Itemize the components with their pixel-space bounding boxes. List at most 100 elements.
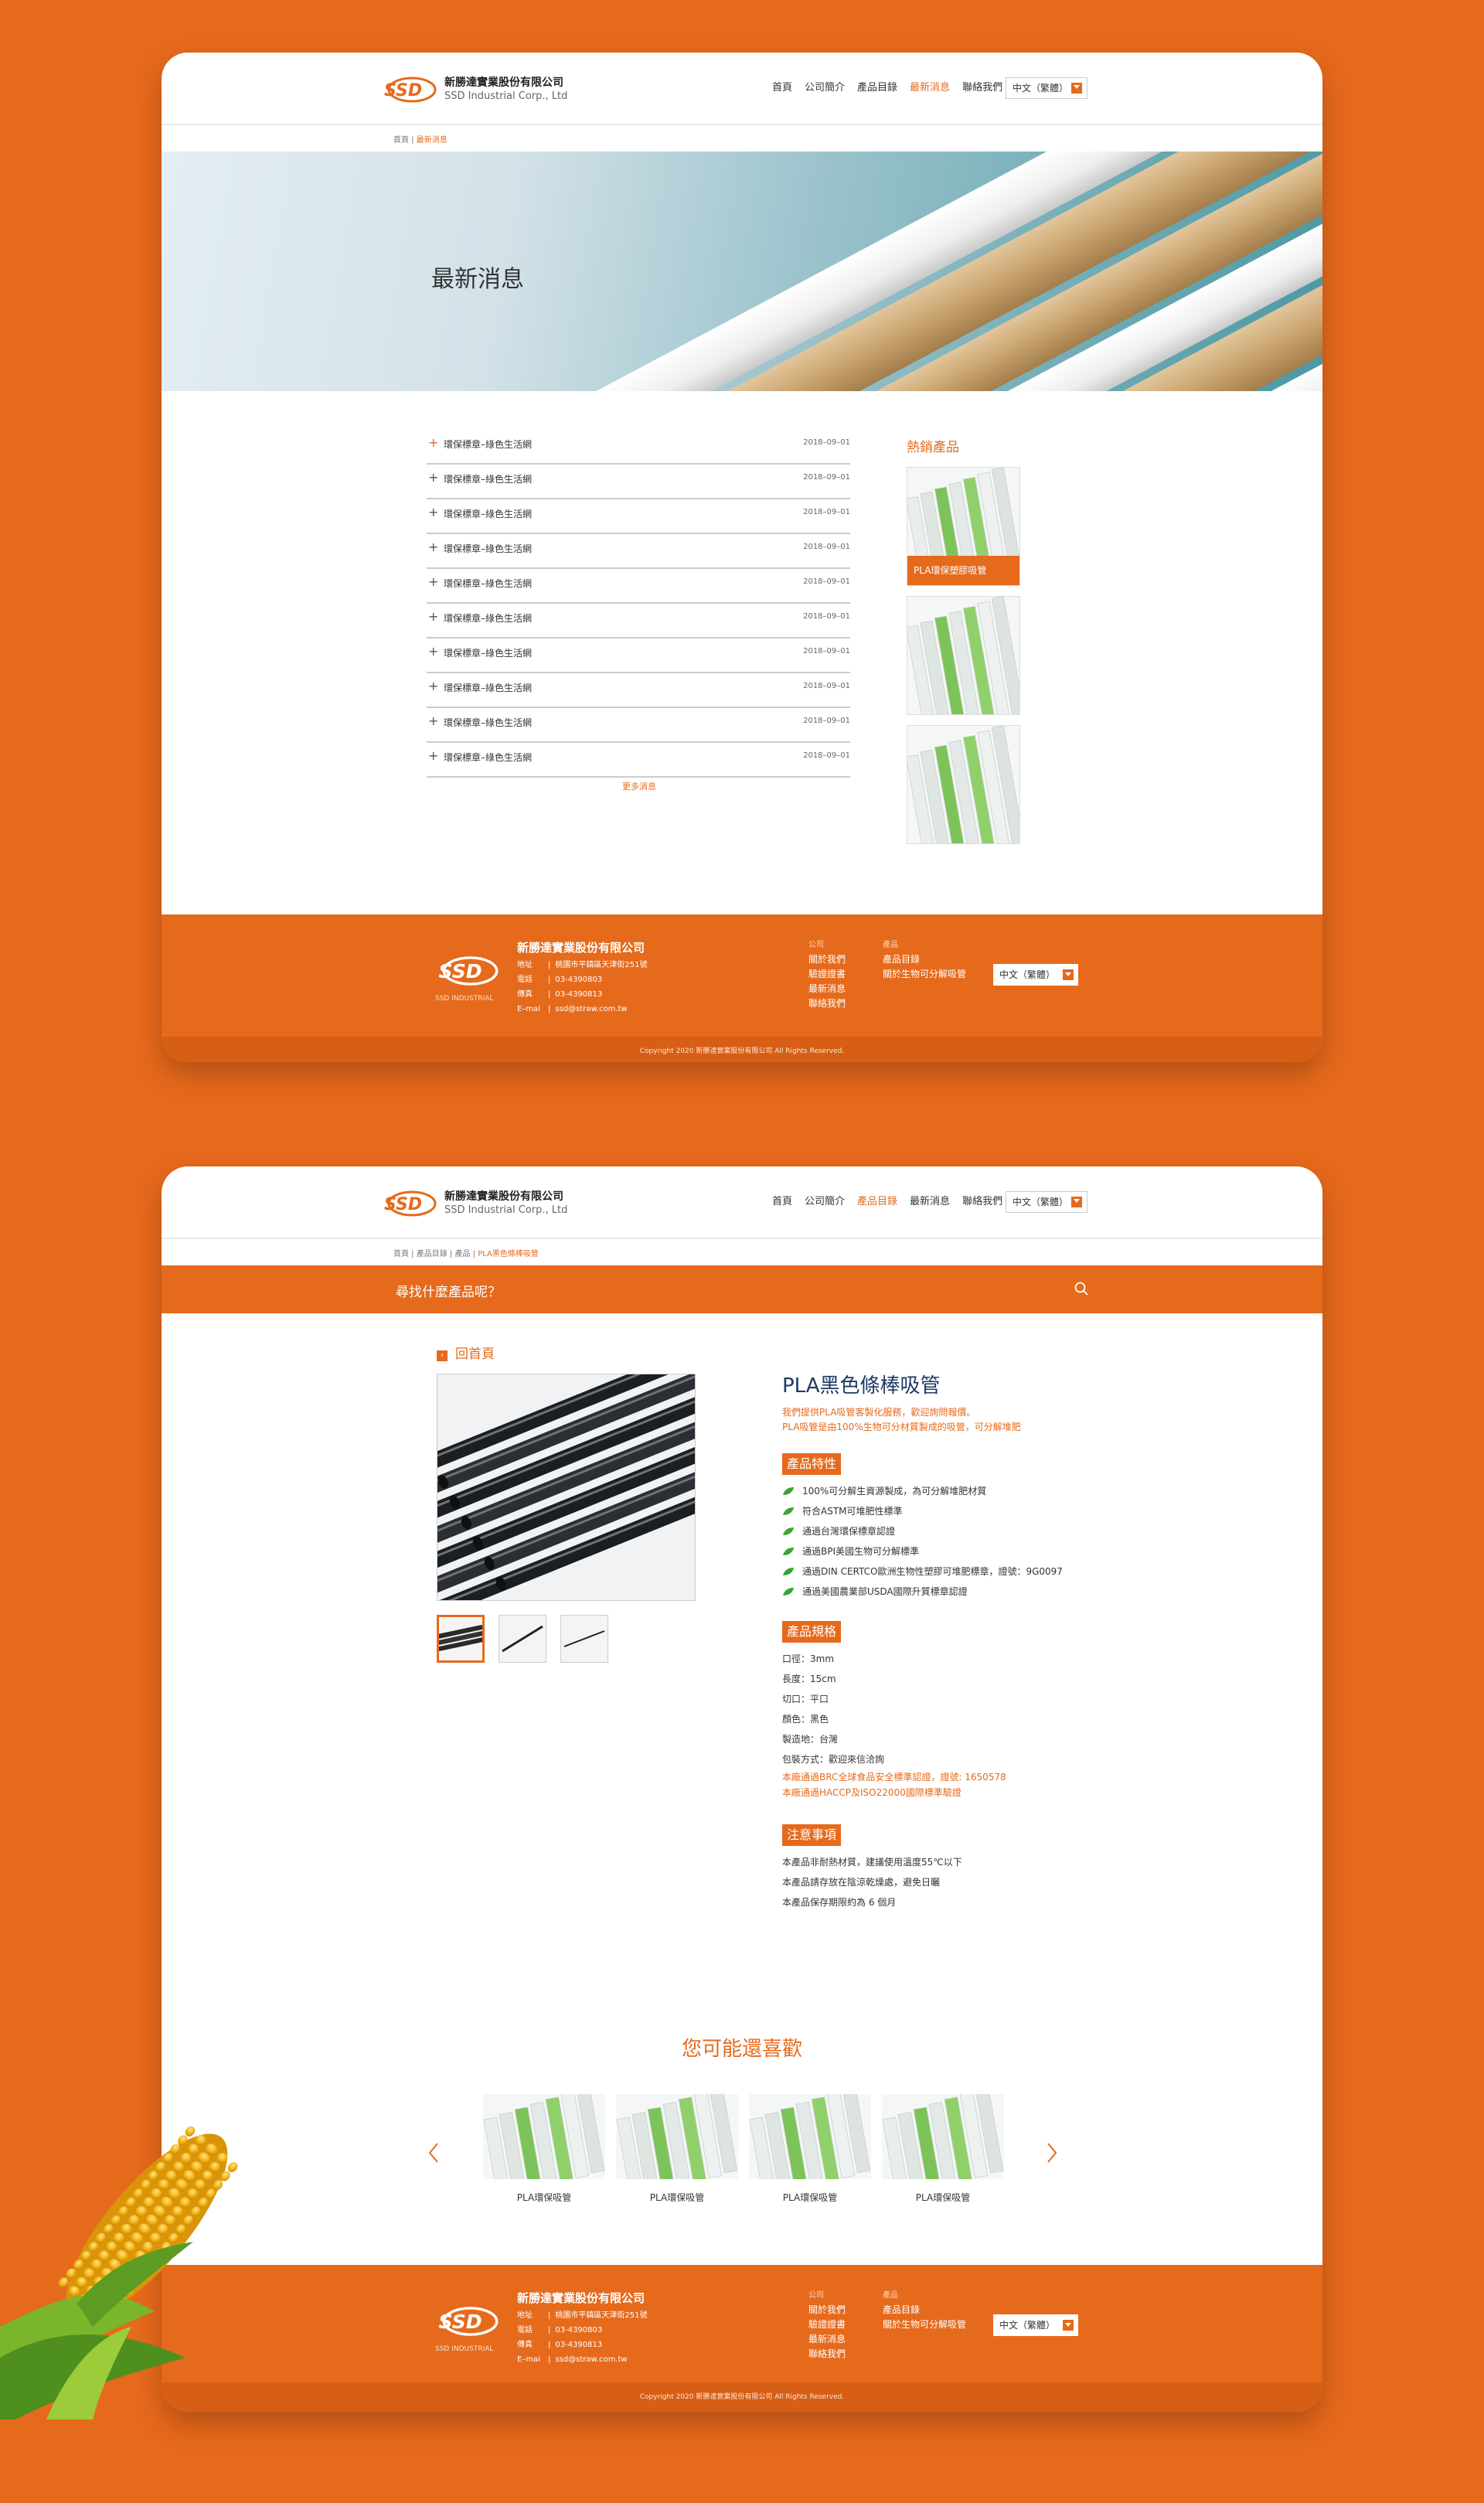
straws-image xyxy=(907,597,1019,714)
chevron-right-icon[interactable] xyxy=(1044,2140,1060,2165)
nav-about[interactable]: 公司簡介 xyxy=(805,80,845,96)
spec-item: 製造地：台灣 xyxy=(782,1734,839,1745)
footer-link-news[interactable]: 最新消息 xyxy=(808,982,846,996)
footer-product-links: 產品 產品目錄 關於生物可分解吸管 xyxy=(883,938,966,982)
back-home-link[interactable]: ‹ 回首頁 xyxy=(437,1343,495,1362)
news-row[interactable]: + 環保標章–綠色生活網 2018–09–01 xyxy=(427,499,850,534)
footer-link-news[interactable]: 最新消息 xyxy=(808,2332,846,2347)
footer-link-about[interactable]: 關於我們 xyxy=(808,2303,846,2317)
notes-list: 本產品非耐熱材質，建議使用溫度55℃以下 本產品請存放在陰涼乾燥處，避免日曬 本… xyxy=(782,1852,962,1912)
ssd-logo-icon: SSD xyxy=(439,956,499,986)
news-row[interactable]: + 環保標章–綠色生活網 2018–09–01 xyxy=(427,534,850,569)
related-product-label[interactable]: PLA環保吸管 xyxy=(483,2191,605,2204)
news-title: 環保標章–綠色生活網 xyxy=(444,648,533,659)
search-input[interactable]: 尋找什麼產品呢？ xyxy=(396,1281,501,1300)
news-row[interactable]: + 環保標章–綠色生活網 2018–09–01 xyxy=(427,569,850,604)
feature-item: 符合ASTM可堆肥性標準 xyxy=(782,1501,1063,1521)
nav-contact[interactable]: 聯絡我們 xyxy=(962,80,1002,96)
certification-note: 本廠通過HACCP及ISO22000國際標準驗證 xyxy=(782,1787,962,1798)
footer-contact-info: 地址 | 桃園市平鎮區天津街251號 電話 | 03-4390803 傳真 | 03-439… xyxy=(517,958,647,1017)
nav-home[interactable]: 首頁 xyxy=(772,80,792,96)
news-row[interactable]: + 環保標章–綠色生活網 2018–09–01 xyxy=(427,743,850,778)
note-item: 本產品非耐熱材質，建議使用溫度55℃以下 xyxy=(782,1857,962,1868)
breadcrumb-products[interactable]: 產品 xyxy=(454,1250,470,1258)
related-product-label[interactable]: PLA環保吸管 xyxy=(749,2191,871,2204)
black-straws-thumbnail xyxy=(439,1617,482,1660)
breadcrumb-catalog[interactable]: 產品目錄 xyxy=(417,1250,448,1258)
related-product-card[interactable] xyxy=(749,2094,871,2179)
related-product-card[interactable] xyxy=(483,2094,605,2179)
footer-link-about[interactable]: 關於我們 xyxy=(808,952,846,967)
news-date: 2018–09–01 xyxy=(803,543,850,551)
feature-text: 100%可分解生資源製成，為可分解堆肥材質 xyxy=(802,1486,987,1497)
nav-contact[interactable]: 聯絡我們 xyxy=(962,1194,1002,1210)
footer-logo[interactable]: SSD SSD INDUSTRIAL xyxy=(435,2304,499,2353)
product-thumbnail[interactable] xyxy=(437,1615,485,1663)
footer-email[interactable]: ssd@straw.com.tw xyxy=(555,1005,627,1013)
related-product-card[interactable] xyxy=(616,2094,738,2179)
nav-products[interactable]: 產品目錄 xyxy=(857,80,897,96)
language-select[interactable]: 中文（繁體） xyxy=(1006,1191,1087,1213)
footer-link-contact[interactable]: 聯絡我們 xyxy=(808,996,846,1011)
nav-news[interactable]: 最新消息 xyxy=(910,80,950,96)
news-date: 2018–09–01 xyxy=(803,717,850,725)
footer-email[interactable]: ssd@straw.com.tw xyxy=(555,2355,627,2364)
nav-news[interactable]: 最新消息 xyxy=(910,1194,950,1210)
chevron-left-icon[interactable] xyxy=(426,2140,441,2165)
hot-product-card[interactable] xyxy=(907,725,1020,844)
news-row[interactable]: + 環保標章–綠色生活網 2018–09–01 xyxy=(427,604,850,639)
related-product-label[interactable]: PLA環保吸管 xyxy=(882,2191,1004,2204)
feature-item: 通過BPI美國生物可分解標準 xyxy=(782,1541,1063,1561)
ssd-logo-icon: SSD xyxy=(439,2307,499,2336)
footer-logo[interactable]: SSD SSD INDUSTRIAL xyxy=(435,953,499,1003)
main-nav: 首頁 公司簡介 產品目錄 最新消息 聯絡我們 xyxy=(772,1194,1015,1210)
brand-name-en: SSD Industrial Corp., Ltd xyxy=(444,90,568,102)
feature-item: 100%可分解生資源製成，為可分解堆肥材質 xyxy=(782,1481,1063,1501)
product-search-bar[interactable]: 尋找什麼產品呢？ xyxy=(162,1265,1322,1313)
footer-link-biodegradable[interactable]: 關於生物可分解吸管 xyxy=(883,967,966,982)
footer-link-biodegradable[interactable]: 關於生物可分解吸管 xyxy=(883,2317,966,2332)
news-row[interactable]: + 環保標章–綠色生活網 2018–09–01 xyxy=(427,639,850,673)
breadcrumb-home[interactable]: 首頁 xyxy=(393,1250,409,1258)
breadcrumb-home[interactable]: 首頁 xyxy=(393,136,409,145)
product-thumbnail[interactable] xyxy=(560,1615,608,1663)
spec-item: 長度：15cm xyxy=(782,1674,836,1684)
news-row[interactable]: + 環保標章–綠色生活網 2018–09–01 xyxy=(427,430,850,465)
notes-heading: 注意事項 xyxy=(782,1824,842,1846)
news-row[interactable]: + 環保標章–綠色生活網 2018–09–01 xyxy=(427,673,850,708)
product-description-line: 我們提供PLA吸管客製化服務，歡迎詢問報價。 xyxy=(782,1407,976,1418)
footer-link-catalog[interactable]: 產品目錄 xyxy=(883,2303,966,2317)
site-footer: SSD SSD INDUSTRIAL 新勝達實業股份有限公司 地址 | 桃園市平鎮區… xyxy=(162,2265,1322,2412)
nav-about[interactable]: 公司簡介 xyxy=(805,1194,845,1210)
related-product-card[interactable] xyxy=(882,2094,1004,2179)
logo[interactable]: SSD 新勝達實業股份有限公司 SSD Industrial Corp., Lt… xyxy=(381,1188,567,1219)
footer-language-select[interactable]: 中文（繁體） xyxy=(993,2314,1078,2336)
hot-product-card[interactable] xyxy=(907,596,1020,715)
footer-language-select[interactable]: 中文（繁體） xyxy=(993,964,1078,986)
news-list: + 環保標章–綠色生活網 2018–09–01 + 環保標章–綠色生活網 2018–09–… xyxy=(427,430,850,778)
note-item: 本產品保存期限約為 6 個月 xyxy=(782,1897,897,1908)
feature-text: 符合ASTM可堆肥性標準 xyxy=(802,1506,903,1517)
breadcrumb: 首頁 | 產品目錄 | 產品 | PLA黑色條棒吸管 xyxy=(393,1250,539,1258)
footer-info-label: E–mai xyxy=(517,2355,540,2364)
features-heading: 產品特性 xyxy=(782,1453,842,1475)
news-row[interactable]: + 環保標章–綠色生活網 2018–09–01 xyxy=(427,708,850,743)
more-news-link[interactable]: 更多消息 xyxy=(622,780,656,792)
nav-home[interactable]: 首頁 xyxy=(772,1194,792,1210)
search-icon[interactable] xyxy=(1074,1281,1089,1296)
nav-products[interactable]: 產品目錄 xyxy=(857,1194,897,1210)
language-select[interactable]: 中文（繁體） xyxy=(1006,77,1087,99)
footer-link-certificates[interactable]: 驗證證書 xyxy=(808,967,846,982)
leaf-icon xyxy=(783,1527,794,1535)
footer-link-certificates[interactable]: 驗證證書 xyxy=(808,2317,846,2332)
news-row[interactable]: + 環保標章–綠色生活網 2018–09–01 xyxy=(427,465,850,499)
plus-icon: + xyxy=(428,609,439,624)
product-thumbnail[interactable] xyxy=(499,1615,546,1663)
logo[interactable]: SSD 新勝達實業股份有限公司 SSD Industrial Corp., Lt… xyxy=(381,74,567,105)
svg-text:SSD: SSD xyxy=(439,2311,482,2333)
hot-product-card[interactable]: PLA環保塑膠吸管 xyxy=(907,467,1020,586)
footer-link-catalog[interactable]: 產品目錄 xyxy=(883,952,966,967)
footer-phone: 03-4390803 xyxy=(555,2326,603,2334)
footer-link-contact[interactable]: 聯絡我們 xyxy=(808,2347,846,2362)
related-product-label[interactable]: PLA環保吸管 xyxy=(616,2191,738,2204)
